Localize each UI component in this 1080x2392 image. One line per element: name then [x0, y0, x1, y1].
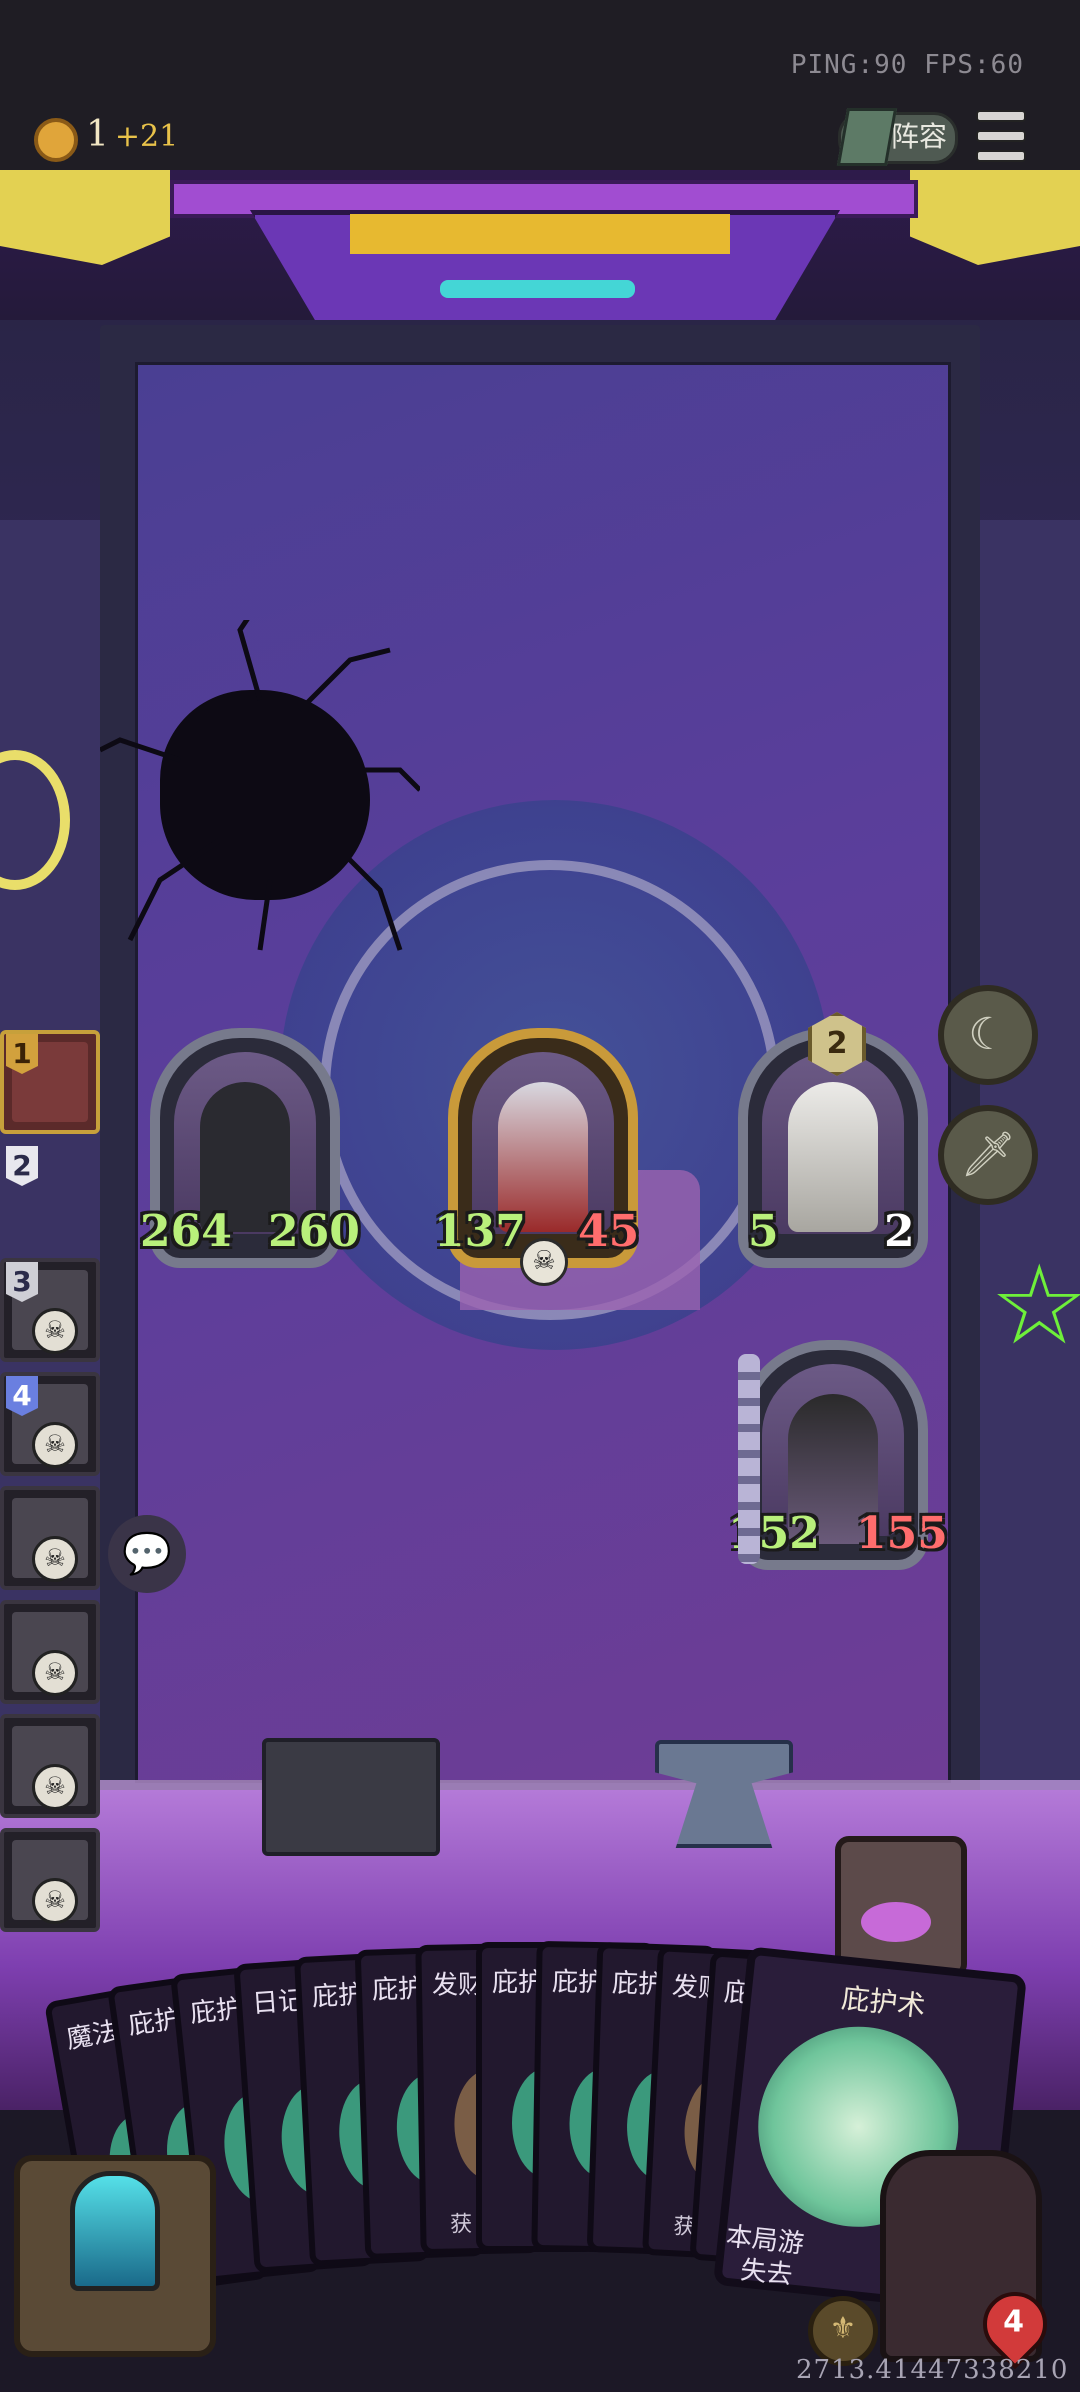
unit-health: 45	[578, 1206, 640, 1257]
unit-health: 260	[268, 1206, 360, 1257]
rank-slot-6[interactable]: ☠	[0, 1600, 100, 1704]
unit-red-cloak-knight[interactable]: 137 45	[434, 1028, 640, 1268]
skull-icon: ☠	[520, 1238, 568, 1286]
gold-income: +21	[114, 119, 179, 154]
star-icon: ☆	[990, 1241, 1080, 1369]
rank-number: 1	[6, 1034, 38, 1074]
moon-icon: ☾	[968, 1009, 1008, 1060]
skull-icon: ☠	[32, 1878, 78, 1924]
gold-coin-icon	[34, 118, 78, 162]
rank-slot-3[interactable]: ☠ 3	[0, 1258, 100, 1362]
rank-slot-4[interactable]: ☠ 4	[0, 1372, 100, 1476]
banner-light	[440, 280, 635, 298]
ping-fps-readout: PING:90 FPS:60	[790, 50, 1024, 80]
rank-slot-2[interactable]: 2	[4, 1146, 38, 1186]
rank-slot-7[interactable]: ☠	[0, 1714, 100, 1818]
dagger-item-button[interactable]: 🗡	[938, 1105, 1038, 1205]
skull-icon: ☠	[32, 1422, 78, 1468]
rank-number: 4	[6, 1376, 38, 1416]
unit-attack: 5	[748, 1206, 779, 1257]
unit-health: 155	[856, 1508, 948, 1559]
unit-attack: 264	[140, 1206, 232, 1257]
rank-slot-5[interactable]: ☠	[0, 1486, 100, 1590]
wall-crack	[100, 620, 420, 951]
featured-card-desc: 失去	[739, 2255, 794, 2291]
book-icon	[836, 108, 898, 166]
skull-icon: ☠	[32, 1764, 78, 1810]
rank-number: 2	[6, 1146, 38, 1186]
chat-button[interactable]: 💬	[108, 1515, 186, 1593]
hero-health-value: 4	[1003, 2304, 1025, 2340]
skull-icon: ☠	[32, 1650, 78, 1696]
hamburger-menu-icon[interactable]	[976, 110, 1026, 162]
chain-decoration	[738, 1354, 760, 1564]
crystal-icon	[70, 2171, 160, 2291]
rank-number: 3	[6, 1262, 38, 1302]
unit-health: 2	[884, 1206, 915, 1257]
gold-counter: 1 +21	[86, 114, 178, 155]
skull-icon: ☠	[32, 1308, 78, 1354]
chat-bubble-icon: 💬	[122, 1531, 172, 1577]
stage-stand-left	[262, 1738, 440, 1856]
rank-slot-1[interactable]: 1	[0, 1030, 100, 1134]
rank-slot-8[interactable]: ☠	[0, 1828, 100, 1932]
unit-dark-knight[interactable]: 264 260	[140, 1028, 360, 1268]
featured-card-title: 庇护术	[839, 1981, 927, 2024]
moon-item-button[interactable]: ☾	[938, 985, 1038, 1085]
white-sage-figure	[788, 1082, 878, 1232]
banner-yellow-panel	[350, 214, 730, 254]
unit-pirate-beast[interactable]: 152 155	[728, 1340, 948, 1570]
unit-portrait	[762, 1052, 904, 1234]
dagger-icon: 🗡	[960, 1129, 1016, 1180]
footer-number: 2713.41447338210	[796, 2355, 1069, 2385]
deck-button[interactable]	[14, 2155, 216, 2357]
skull-icon: ☠	[32, 1536, 78, 1582]
gold-value: 1	[86, 114, 109, 155]
unit-attack: 137	[434, 1206, 526, 1257]
